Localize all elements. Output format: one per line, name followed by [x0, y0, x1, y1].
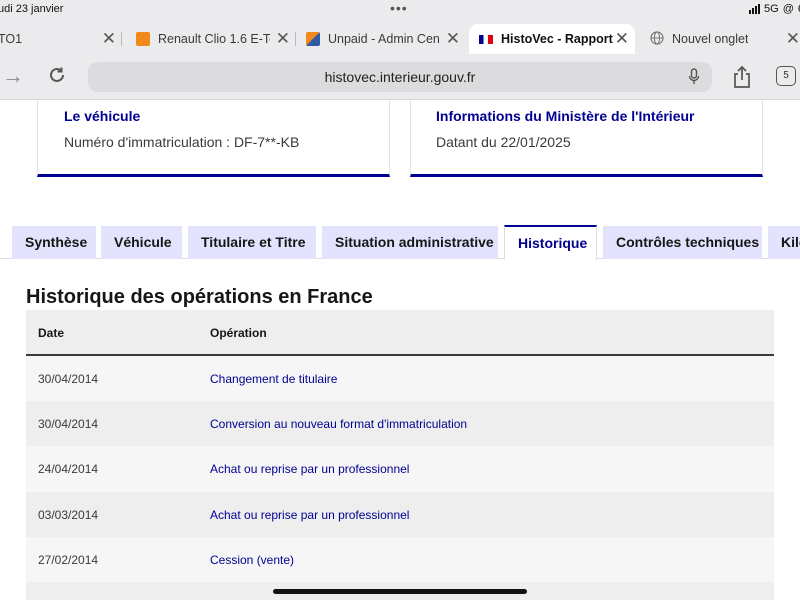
network-label: 5G	[764, 3, 779, 15]
table-row: 27/02/2014 Cession (vente)	[26, 536, 774, 582]
address-bar[interactable]: histovec.interieur.gouv.fr	[88, 62, 712, 92]
browser-tab-5[interactable]: Nouvel onglet ✕	[640, 24, 800, 54]
page-content: Le véhicule Numéro d'immatriculation : D…	[0, 100, 800, 600]
multitasking-dots-icon[interactable]: •••	[390, 0, 408, 16]
row-date: 30/04/2014	[38, 372, 99, 386]
browser-tab-1[interactable]: TO1 ✕	[0, 24, 122, 54]
browser-toolbar: → histovec.interieur.gouv.fr 5	[0, 54, 800, 100]
table-row: 30/04/2014 Changement de titulaire	[26, 356, 774, 402]
url-text: histovec.interieur.gouv.fr	[324, 69, 476, 85]
browser-tab-strip: TO1 ✕ Renault Clio 1.6 E-Te ✕ Unpaid - A…	[0, 20, 800, 54]
row-operation: Achat ou reprise par un professionnel	[210, 462, 410, 477]
status-bar: udi 23 janvier ••• 5G @ 6	[0, 0, 800, 20]
close-tab-icon[interactable]: ✕	[786, 29, 800, 49]
row-date: 24/04/2014	[38, 462, 99, 477]
close-tab-icon[interactable]: ✕	[102, 29, 116, 49]
report-tabs: Synthèse Véhicule Titulaire et Titre Sit…	[0, 225, 800, 260]
close-tab-icon[interactable]: ✕	[446, 29, 460, 49]
status-date: udi 23 janvier	[0, 3, 64, 15]
tab-historique[interactable]: Historique	[504, 225, 597, 260]
row-date: 30/04/2014	[38, 417, 99, 432]
card-title: Le véhicule	[64, 108, 141, 124]
browser-tab-3[interactable]: Unpaid - Admin Cen ✕	[298, 24, 466, 54]
tab-title: HistoVec - Rapport	[501, 32, 613, 46]
browser-tab-4[interactable]: HistoVec - Rapport ✕	[469, 24, 635, 54]
share-icon[interactable]	[732, 65, 752, 94]
table-header: Date Opération	[26, 310, 774, 356]
tab-controles-techniques[interactable]: Contrôles techniques	[603, 226, 762, 259]
reload-icon[interactable]	[44, 64, 70, 90]
browser-tab-2[interactable]: Renault Clio 1.6 E-Te ✕	[126, 24, 296, 54]
tab-kilometrage[interactable]: Kilo	[768, 226, 800, 259]
tab-situation-administrative[interactable]: Situation administrative	[322, 226, 498, 259]
section-title: Historique des opérations en France	[26, 286, 373, 308]
column-header-date: Date	[38, 326, 65, 340]
tab-count-button[interactable]: 5	[776, 66, 796, 86]
tab-vehicule[interactable]: Véhicule	[101, 226, 182, 259]
table-row: 03/03/2014 Achat ou reprise par un profe…	[26, 491, 774, 537]
close-tab-icon[interactable]: ✕	[276, 29, 290, 49]
tab-synthese[interactable]: Synthèse	[12, 226, 96, 259]
french-flag-favicon-icon	[479, 34, 493, 44]
row-date: 03/03/2014	[38, 507, 99, 522]
row-operation: Achat ou reprise par un professionnel	[210, 507, 410, 522]
ministry-card: Informations du Ministère de l'Intérieur…	[410, 100, 763, 177]
close-tab-icon[interactable]: ✕	[615, 29, 629, 49]
rotation-lock-icon: @	[782, 3, 794, 15]
history-table: Date Opération 30/04/2014 Changement de …	[26, 310, 774, 600]
vehicle-card: Le véhicule Numéro d'immatriculation : D…	[37, 100, 390, 177]
card-title: Informations du Ministère de l'Intérieur	[436, 108, 695, 124]
row-operation: Cession (vente)	[210, 552, 295, 567]
microphone-icon[interactable]	[688, 68, 700, 90]
table-row: 30/04/2014 Conversion au nouveau format …	[26, 401, 774, 447]
row-operation: Conversion au nouveau format d'immatricu…	[210, 417, 468, 432]
row-operation: Changement de titulaire	[210, 372, 338, 386]
globe-icon	[650, 30, 664, 48]
card-value: Datant du 22/01/2025	[436, 134, 571, 150]
tab-titulaire[interactable]: Titulaire et Titre	[188, 226, 316, 259]
tab-title: Renault Clio 1.6 E-Te	[158, 32, 270, 46]
renault-favicon-icon	[136, 32, 150, 46]
tab-title: Nouvel onglet	[672, 32, 749, 46]
column-header-operation: Opération	[210, 326, 267, 340]
card-value: Numéro d'immatriculation : DF-7**-KB	[64, 134, 300, 150]
table-row: 24/04/2014 Achat ou reprise par un profe…	[26, 446, 774, 492]
cellular-signal-icon	[749, 4, 761, 14]
admin-favicon-icon	[306, 32, 320, 46]
home-indicator[interactable]	[273, 589, 527, 594]
row-date: 27/02/2014	[38, 552, 99, 567]
forward-icon[interactable]: →	[0, 64, 26, 90]
tab-title: Unpaid - Admin Cen	[328, 32, 440, 46]
tab-title: TO1	[0, 32, 23, 46]
